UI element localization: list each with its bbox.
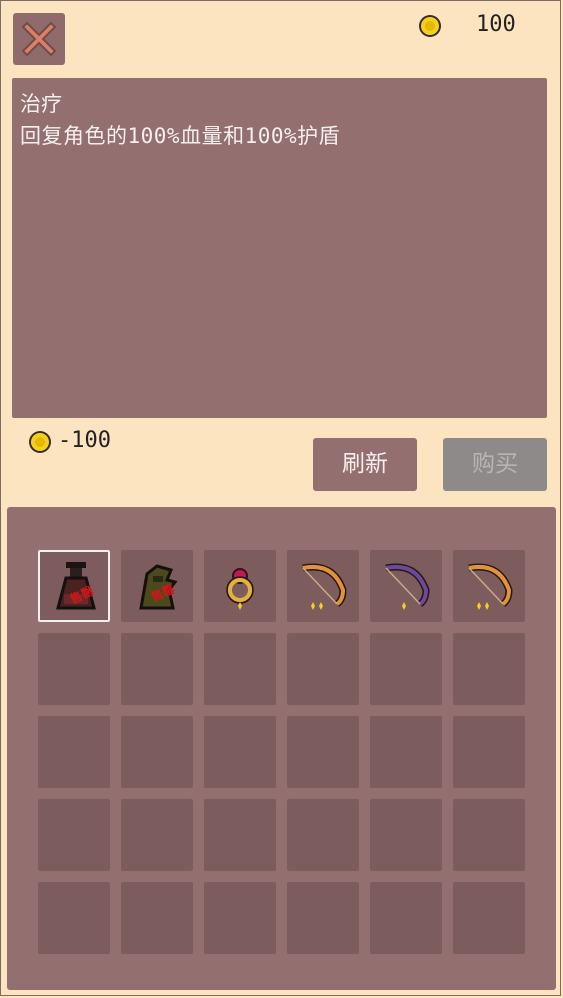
inventory-slot-empty[interactable] xyxy=(204,716,276,788)
inventory-slot-empty[interactable] xyxy=(121,799,193,871)
inventory-slot-item[interactable]: 售罄 xyxy=(121,550,193,622)
inventory-slot-empty[interactable] xyxy=(453,633,525,705)
item-effect-text: 回复角色的100%血量和100%护盾 xyxy=(20,124,341,148)
inventory-slot-item[interactable] xyxy=(204,550,276,622)
item-name: 治疗 xyxy=(20,92,62,116)
inventory-slot-empty[interactable] xyxy=(204,799,276,871)
inventory-slot-item[interactable]: 售罄 xyxy=(38,550,110,622)
gold-coin-icon xyxy=(419,15,441,37)
inventory-slot-empty[interactable] xyxy=(287,882,359,954)
inventory-slot-empty[interactable] xyxy=(370,882,442,954)
inventory-slot-empty[interactable] xyxy=(38,882,110,954)
inventory-slot-item[interactable] xyxy=(370,550,442,622)
inventory-slot-empty[interactable] xyxy=(38,716,110,788)
inventory-slot-empty[interactable] xyxy=(370,799,442,871)
item-description-panel: 治疗 回复角色的100%血量和100%护盾 xyxy=(12,78,547,418)
close-button[interactable] xyxy=(13,13,65,65)
inventory-slot-empty[interactable] xyxy=(121,882,193,954)
inventory-slot-item[interactable] xyxy=(287,550,359,622)
inventory-slot-empty[interactable] xyxy=(453,882,525,954)
gold-coin-icon xyxy=(29,431,51,453)
item-price: -100 xyxy=(58,428,111,453)
inventory-slot-empty[interactable] xyxy=(38,633,110,705)
inventory-slot-empty[interactable] xyxy=(370,716,442,788)
inventory-slot-empty[interactable] xyxy=(370,633,442,705)
inventory-slot-empty[interactable] xyxy=(287,799,359,871)
inventory-slot-empty[interactable] xyxy=(453,799,525,871)
inventory-slot-item[interactable] xyxy=(453,550,525,622)
inventory-slot-empty[interactable] xyxy=(453,716,525,788)
inventory-slot-empty[interactable] xyxy=(287,633,359,705)
inventory-slot-empty[interactable] xyxy=(287,716,359,788)
refresh-button[interactable]: 刷新 xyxy=(313,438,417,491)
close-x-icon xyxy=(21,21,57,57)
inventory-slot-empty[interactable] xyxy=(121,633,193,705)
inventory-slot-empty[interactable] xyxy=(38,799,110,871)
gold-amount: 100 xyxy=(476,12,516,37)
inventory-slot-empty[interactable] xyxy=(204,882,276,954)
inventory-slot-empty[interactable] xyxy=(121,716,193,788)
inventory-slot-empty[interactable] xyxy=(204,633,276,705)
buy-button[interactable]: 购买 xyxy=(443,438,547,491)
inventory-panel: 售罄 售罄 xyxy=(7,507,556,990)
